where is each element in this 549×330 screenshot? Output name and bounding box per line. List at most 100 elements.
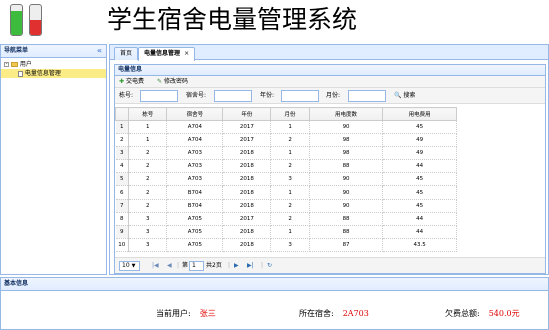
tab-power-info[interactable]: 电量信息管理 × [138,47,196,61]
prev-page-icon[interactable]: ◀ [167,260,172,272]
column-header[interactable]: 年份 [222,107,272,121]
page-size-select[interactable]: 10 ▼ [119,261,140,271]
page-number-input[interactable]: 1 [189,261,204,271]
table-cell: 88 [309,212,384,226]
folder-icon [10,62,18,67]
row-number: 3 [115,146,129,161]
search-button[interactable]: 🔍 搜索 [394,88,415,104]
table-header-row: 栋号 宿舍号 年份 月份 用电度数 用电费用 [115,107,457,121]
pager: 10 ▼ |◀ ◀ | 第 1 共2页 | ▶ ▶| | ↻ [115,257,545,273]
table-row[interactable]: 4 2 A703 2018 2 88 44 [115,159,457,174]
building-label: 栋号: [119,92,134,99]
table-cell: A705 [166,212,224,226]
table-cell: 45 [382,120,457,135]
table-cell: 44 [382,159,457,174]
table-row[interactable]: 8 3 A705 2017 2 88 44 [115,212,457,226]
table-row[interactable]: 10 3 A705 2018 3 87 43.5 [115,238,457,252]
edit-password-button[interactable]: ✎ 修改密码 [157,76,188,88]
first-page-icon[interactable]: |◀ [152,260,159,272]
basic-info-title: 基本信息 [4,280,29,287]
current-dorm-label: 所在宿舍: [299,309,334,318]
table-cell: 90 [309,199,384,213]
current-user-label: 当前用户: [156,309,191,318]
chevron-down-icon: ▼ [131,263,136,269]
current-dorm: 所在宿舍: 2A703 [299,308,369,319]
year-label: 年份: [260,92,275,99]
building-input[interactable] [140,90,178,102]
table-cell: A703 [166,172,224,187]
battery-low-icon [29,4,42,36]
table-cell: 2017 [222,133,272,148]
table-cell: A705 [166,238,224,252]
table-cell: 88 [309,159,384,174]
table-cell: A704 [166,133,224,148]
dorm-label: 宿舍号: [186,92,207,99]
last-page-icon[interactable]: ▶| [247,260,254,272]
search-bar: 栋号: 宿舍号: 年份: 月份: 🔍 搜索 [115,88,545,104]
tree-node-power-info[interactable]: 电量信息管理 [1,69,106,78]
close-icon[interactable]: × [184,50,189,57]
separator: | [177,262,180,269]
table-cell: 2017 [222,212,272,226]
nav-panel-header: 导航菜单 « [1,45,106,58]
table-row[interactable]: 7 2 B704 2018 2 90 45 [115,199,457,213]
table-row[interactable]: 3 2 A703 2018 1 98 49 [115,146,457,161]
table-cell: 90 [309,172,384,187]
next-page-icon[interactable]: ▶ [234,260,239,272]
table-cell: 1 [270,225,310,239]
table-cell: B704 [166,185,224,200]
table-row[interactable]: 2 1 A704 2017 2 98 49 [115,133,457,148]
table-cell: 1 [270,120,310,135]
table-row[interactable]: 6 2 B704 2018 1 90 45 [115,185,457,200]
table-cell: 2018 [222,199,272,213]
table-cell: 49 [382,133,457,148]
column-header[interactable]: 用电费用 [382,107,457,121]
month-input[interactable] [348,90,386,102]
dorm-input[interactable] [214,90,252,102]
row-number: 10 [115,238,129,252]
datagrid-header: 电量信息 [115,65,545,76]
row-number: 4 [115,159,129,174]
pay-button[interactable]: ✚ 交电费 [119,76,144,88]
column-header[interactable]: 宿舍号 [166,107,224,121]
refresh-icon[interactable]: ↻ [267,260,272,272]
table-row[interactable]: 1 1 A704 2017 1 90 45 [115,120,457,135]
row-number: 7 [115,199,129,213]
table-cell: 2 [270,133,310,148]
table-cell: 1 [270,146,310,161]
table-cell: 3 [128,212,168,226]
table-row[interactable]: 5 2 A703 2018 3 90 45 [115,172,457,187]
tree-node-user[interactable]: - 用户 [1,60,106,69]
row-number: 8 [115,212,129,226]
table-cell: 2 [128,159,168,174]
owed-total-label: 欠费总额: [445,309,480,318]
table-cell: 2018 [222,185,272,200]
tree-toggle-icon[interactable]: - [4,62,9,67]
column-header[interactable]: 月份 [270,107,310,121]
table-cell: 2 [270,159,310,174]
tab-home-label: 首页 [120,50,133,57]
tab-power-info-label: 电量信息管理 [144,50,181,57]
table-cell: 2017 [222,120,272,135]
column-header[interactable]: 栋号 [127,107,168,121]
page-size-value: 10 [122,262,130,269]
edit-password-label: 修改密码 [163,78,188,85]
current-dorm-value: 2A703 [342,309,369,318]
column-header[interactable]: 用电度数 [308,107,384,121]
table-cell: 44 [382,212,457,226]
page-number-value: 1 [192,262,196,269]
year-input[interactable] [281,90,319,102]
tab-home[interactable]: 首页 [114,47,139,60]
table-cell: 2 [128,185,168,200]
table-cell: 98 [309,133,384,148]
current-user: 当前用户: 张三 [156,308,216,319]
power-table: 栋号 宿舍号 年份 月份 用电度数 用电费用 1 1 A704 2017 1 90 45 2 1… [115,107,457,252]
table-cell: 1 [128,120,168,135]
table-row[interactable]: 9 3 A705 2018 1 88 44 [115,225,457,239]
table-cell: 49 [382,146,457,161]
basic-info-panel: 基本信息 当前用户: 张三 所在宿舍: 2A703 欠费总额: 540.0元 [0,277,549,330]
table-cell: 2 [128,199,168,213]
collapse-icon[interactable]: « [97,45,102,57]
owed-total-value: 540.0元 [488,309,520,318]
file-icon [18,70,23,77]
